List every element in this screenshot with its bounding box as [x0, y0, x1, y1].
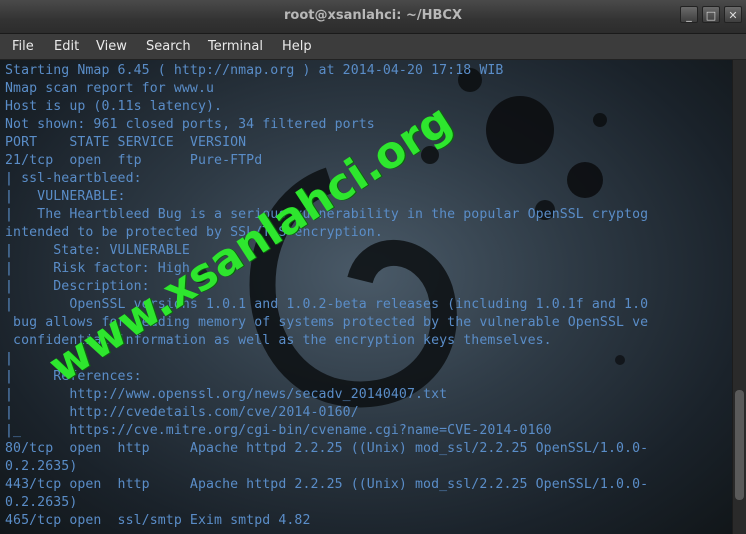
- terminal-output[interactable]: Starting Nmap 6.45 ( http://nmap.org ) a…: [0, 60, 732, 534]
- window-controls: _ □ ✕: [680, 6, 742, 23]
- terminal-line: Nmap scan report for www.u: [5, 81, 215, 96]
- terminal-line: | The Heartbleed Bug is a serious vulner…: [5, 207, 649, 222]
- terminal-line: 443/tcp open http Apache httpd 2.2.25 ((…: [5, 477, 649, 492]
- terminal-line: 0.2.2635): [5, 459, 78, 474]
- terminal-line: 0.2.2635): [5, 495, 78, 510]
- terminal-lines: Starting Nmap 6.45 ( http://nmap.org ) a…: [5, 62, 648, 530]
- terminal-line: Not shown: 961 closed ports, 34 filtered…: [5, 117, 375, 132]
- vertical-scrollbar[interactable]: [732, 60, 746, 534]
- terminal-line: | ssl-heartbleed:: [5, 171, 142, 186]
- terminal-line: intended to be protected by SSL/TLS encr…: [5, 225, 383, 240]
- terminal-line: PORT STATE SERVICE VERSION: [5, 135, 247, 150]
- terminal-line: bug allows for reading memory of systems…: [5, 315, 649, 330]
- terminal-line: |: [5, 351, 14, 366]
- terminal-line: confidential information as well as the …: [5, 333, 552, 348]
- scrollbar-thumb[interactable]: [735, 390, 744, 500]
- minimize-button[interactable]: _: [680, 6, 698, 23]
- terminal-line: | VULNERABLE:: [5, 189, 126, 204]
- terminal-line: 465/tcp open ssl/smtp Exim smtpd 4.82: [5, 513, 311, 528]
- terminal-line: | OpenSSL versions 1.0.1 and 1.0.2-beta …: [5, 297, 649, 312]
- window-title: root@xsanlahci: ~/HBCX: [283, 8, 462, 23]
- terminal-line: | State: VULNERABLE: [5, 243, 190, 258]
- menu-terminal[interactable]: Terminal: [208, 39, 263, 54]
- title-bar[interactable]: root@xsanlahci: ~/HBCX _ □ ✕: [0, 0, 746, 34]
- terminal-line: Starting Nmap 6.45 ( http://nmap.org ) a…: [5, 63, 504, 78]
- menu-search[interactable]: Search: [146, 39, 191, 54]
- terminal-line: | Risk factor: High: [5, 261, 190, 276]
- terminal-line: | http://cvedetails.com/cve/2014-0160/: [5, 405, 359, 420]
- terminal-line: |_ https://cve.mitre.org/cgi-bin/cvename…: [5, 423, 552, 438]
- menu-edit[interactable]: Edit: [54, 39, 79, 54]
- close-button[interactable]: ✕: [724, 6, 742, 23]
- menu-help[interactable]: Help: [282, 39, 312, 54]
- terminal-line: | http://www.openssl.org/news/secadv_201…: [5, 387, 448, 402]
- menu-bar: File Edit View Search Terminal Help: [0, 34, 746, 60]
- menu-view[interactable]: View: [96, 39, 127, 54]
- maximize-button[interactable]: □: [702, 6, 720, 23]
- terminal-line: 21/tcp open ftp Pure-FTPd: [5, 153, 263, 168]
- terminal-line: | Description:: [5, 279, 150, 294]
- terminal-line: 80/tcp open http Apache httpd 2.2.25 ((U…: [5, 441, 649, 456]
- terminal-window: root@xsanlahci: ~/HBCX _ □ ✕ File Edit V…: [0, 0, 746, 534]
- terminal-line: Host is up (0.11s latency).: [5, 99, 223, 114]
- menu-file[interactable]: File: [12, 39, 34, 54]
- terminal-line: | References:: [5, 369, 142, 384]
